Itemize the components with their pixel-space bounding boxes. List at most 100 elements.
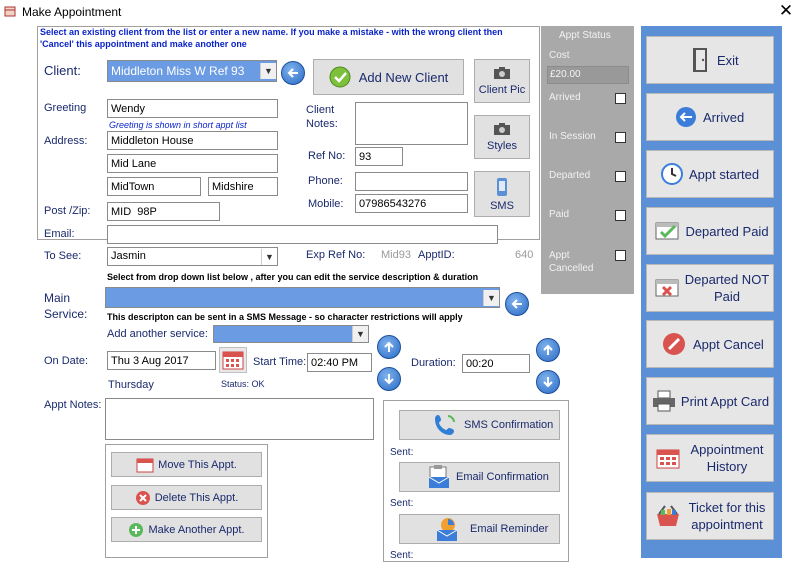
- departed-not-paid-button[interactable]: Departed NOT Paid: [646, 264, 774, 312]
- duration-down-button[interactable]: [536, 370, 560, 394]
- arrow-down-icon: [384, 374, 394, 385]
- calendar-button[interactable]: [219, 347, 247, 373]
- print-appt-card-label: Print Appt Card: [680, 393, 770, 409]
- appt-started-button[interactable]: Appt started: [646, 150, 774, 198]
- appt-cancel-button[interactable]: Appt Cancel: [646, 320, 774, 368]
- duration-up-button[interactable]: [536, 338, 560, 362]
- ticket-button[interactable]: Ticket for this appointment: [646, 492, 774, 540]
- sms-confirmation-button[interactable]: SMS Confirmation: [399, 410, 560, 440]
- delete-appt-button[interactable]: Delete This Appt.: [111, 485, 262, 510]
- mobile-field[interactable]: [355, 194, 468, 213]
- cost-label: Cost: [549, 50, 570, 61]
- add-new-client-button[interactable]: Add New Client: [313, 59, 464, 95]
- address-line2-field[interactable]: [107, 154, 278, 173]
- client-hint: Select an existing client from the list …: [40, 27, 503, 49]
- email-field[interactable]: [107, 225, 498, 244]
- sms-restriction-hint: This descripton can be sent in a SMS Mes…: [107, 312, 463, 322]
- phone-field[interactable]: [355, 172, 468, 191]
- cost-value: £20.00: [547, 66, 629, 84]
- sms-sent-label: Sent:: [390, 447, 414, 458]
- sms-confirmation-label: SMS Confirmation: [464, 419, 554, 431]
- sms-label: SMS: [490, 199, 514, 212]
- start-time-down-button[interactable]: [377, 367, 401, 391]
- close-icon[interactable]: ✕: [776, 1, 796, 21]
- email-confirmation-button[interactable]: Email Confirmation: [399, 462, 560, 492]
- address-county-field[interactable]: [208, 177, 278, 196]
- reminder-sent-label: Sent:: [390, 550, 414, 561]
- duration-field[interactable]: [462, 354, 530, 373]
- client-pic-button[interactable]: Client Pic: [474, 59, 530, 103]
- camera-icon: [494, 67, 510, 79]
- sms-button[interactable]: SMS: [474, 171, 530, 217]
- appt-status-title: Appt Status: [559, 30, 611, 41]
- add-another-service-label: Add another service:: [107, 328, 208, 340]
- appt-notes-label: Appt Notes:: [44, 399, 102, 411]
- phone-label: Phone:: [308, 175, 343, 187]
- delete-appt-label: Delete This Appt.: [154, 491, 239, 504]
- start-time-field[interactable]: [307, 353, 372, 372]
- chevron-down-icon[interactable]: ▼: [260, 63, 276, 79]
- appt-id-label: ApptID:: [418, 249, 455, 261]
- address-label: Address:: [44, 135, 88, 147]
- status-ok: Status: OK: [221, 379, 265, 389]
- appt-cancelled-label: Appt Cancelled: [549, 250, 594, 274]
- client-label: Client:: [44, 63, 81, 78]
- postzip-field[interactable]: [107, 202, 220, 221]
- main-service-combo[interactable]: ▼: [105, 287, 500, 308]
- appt-status-panel: Appt Status Cost £20.00 Arrived In Sessi…: [541, 26, 634, 294]
- appt-id-value: 640: [515, 249, 534, 261]
- appointment-history-button[interactable]: Appointment History: [646, 434, 774, 482]
- greeting-field[interactable]: [107, 99, 278, 118]
- email-sent-label: Sent:: [390, 498, 414, 509]
- service-hint: Select from drop down list below , after…: [107, 272, 479, 282]
- appointment-history-label: Appointment History: [690, 442, 764, 474]
- client-notes-field[interactable]: [355, 102, 468, 145]
- departed-paid-icon: [655, 218, 681, 244]
- arrived-button[interactable]: Arrived: [646, 93, 774, 141]
- chevron-down-icon[interactable]: ▼: [483, 290, 499, 306]
- arrow-up-icon: [543, 344, 553, 355]
- start-time-up-button[interactable]: [377, 335, 401, 359]
- calendar-icon: [655, 445, 681, 471]
- add-new-client-label: Add New Client: [358, 69, 449, 85]
- arrow-up-icon: [384, 341, 394, 352]
- paid-checkbox[interactable]: [615, 210, 626, 221]
- delete-icon: [135, 490, 150, 505]
- arrived-checkbox[interactable]: [615, 93, 626, 104]
- email-reminder-button[interactable]: Email Reminder: [399, 514, 560, 544]
- departed-checkbox[interactable]: [615, 171, 626, 182]
- print-appt-card-button[interactable]: Print Appt Card: [646, 377, 774, 425]
- select-client-arrow-button[interactable]: [281, 61, 305, 85]
- tosee-combo[interactable]: Jasmin ▼: [107, 247, 278, 266]
- move-appt-button[interactable]: Move This Appt.: [111, 452, 262, 477]
- arrow-left-icon: [287, 68, 298, 78]
- address-line1-field[interactable]: [107, 131, 278, 150]
- client-notes-label: Client Notes:: [306, 104, 338, 130]
- greeting-label: Greeting: [44, 102, 87, 114]
- appt-cancelled-checkbox[interactable]: [615, 250, 626, 261]
- in-session-checkbox[interactable]: [615, 132, 626, 143]
- date-field[interactable]: [107, 351, 216, 370]
- appt-notes-field[interactable]: [105, 398, 374, 440]
- address-town-field[interactable]: [107, 177, 201, 196]
- start-time-label: Start Time:: [253, 356, 307, 368]
- chevron-down-icon[interactable]: ▼: [261, 249, 277, 265]
- styles-button[interactable]: Styles: [474, 115, 530, 159]
- service-apply-button[interactable]: [505, 292, 529, 316]
- exit-button[interactable]: Exit: [646, 36, 774, 84]
- make-another-appt-button[interactable]: Make Another Appt.: [111, 517, 262, 542]
- refno-field[interactable]: [355, 147, 403, 166]
- tosee-label: To See:: [44, 250, 82, 262]
- move-appt-label: Move This Appt.: [158, 458, 237, 471]
- arrow-down-icon: [543, 377, 553, 388]
- arrived-button-label: Arrived: [703, 109, 745, 125]
- styles-label: Styles: [487, 140, 517, 152]
- departed-paid-button[interactable]: Departed Paid: [646, 207, 774, 255]
- add-another-service-combo[interactable]: ▼: [213, 325, 369, 343]
- client-combo[interactable]: Middleton Miss W Ref 93 ▼: [107, 60, 277, 82]
- exit-label: Exit: [717, 52, 739, 68]
- paid-label: Paid: [549, 209, 570, 220]
- chevron-down-icon[interactable]: ▼: [352, 326, 368, 342]
- postzip-label: Post /Zip:: [44, 205, 91, 217]
- exp-ref-label: Exp Ref No:: [306, 249, 366, 261]
